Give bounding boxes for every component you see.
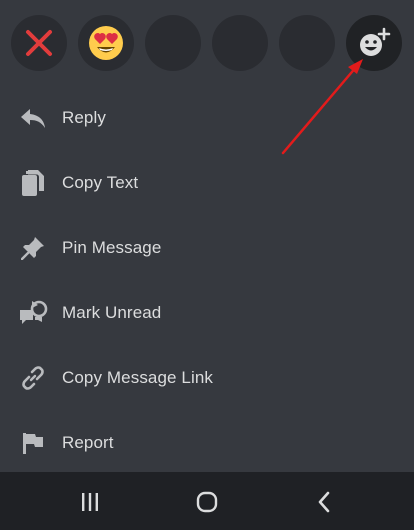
recent-apps-icon: [82, 493, 98, 511]
home-icon: [196, 491, 218, 513]
add-reaction-icon: [360, 27, 391, 56]
close-icon: [26, 30, 52, 56]
back-icon: [318, 491, 330, 513]
message-actions-menu: Reply Copy Text Pin Message Mark Unread …: [0, 85, 414, 475]
reaction-slot-5[interactable]: [279, 15, 335, 71]
recent-apps-button[interactable]: [70, 484, 110, 520]
menu-item-label: Pin Message: [62, 237, 162, 257]
reaction-slot-4[interactable]: [212, 15, 268, 71]
heart-eyes-emoji-icon: [89, 26, 123, 60]
heart-eyes-reaction-button[interactable]: [78, 15, 134, 71]
close-reaction-button[interactable]: [11, 15, 67, 71]
menu-item-mark-unread[interactable]: Mark Unread: [0, 280, 414, 345]
copy-icon: [22, 169, 44, 196]
menu-item-copy-message-link[interactable]: Copy Message Link: [0, 345, 414, 410]
flag-icon: [23, 432, 43, 454]
menu-item-label: Copy Text: [62, 172, 139, 192]
system-nav-bar: [0, 472, 414, 530]
reaction-bar: [0, 0, 414, 85]
menu-item-label: Report: [62, 432, 114, 452]
reply-icon: [21, 108, 45, 128]
menu-item-label: Copy Message Link: [62, 367, 213, 387]
link-icon: [22, 365, 44, 390]
back-button[interactable]: [304, 484, 344, 520]
pin-icon: [21, 236, 44, 260]
menu-item-pin-message[interactable]: Pin Message: [0, 215, 414, 280]
mark-unread-icon: [20, 300, 48, 324]
home-button[interactable]: [187, 484, 227, 520]
add-reaction-button[interactable]: [346, 15, 402, 71]
menu-item-report[interactable]: Report: [0, 410, 414, 475]
menu-item-label: Mark Unread: [62, 302, 162, 322]
menu-item-copy-text[interactable]: Copy Text: [0, 150, 414, 215]
menu-item-label: Reply: [62, 107, 106, 127]
reaction-slot-3[interactable]: [145, 15, 201, 71]
menu-item-reply[interactable]: Reply: [0, 85, 414, 150]
